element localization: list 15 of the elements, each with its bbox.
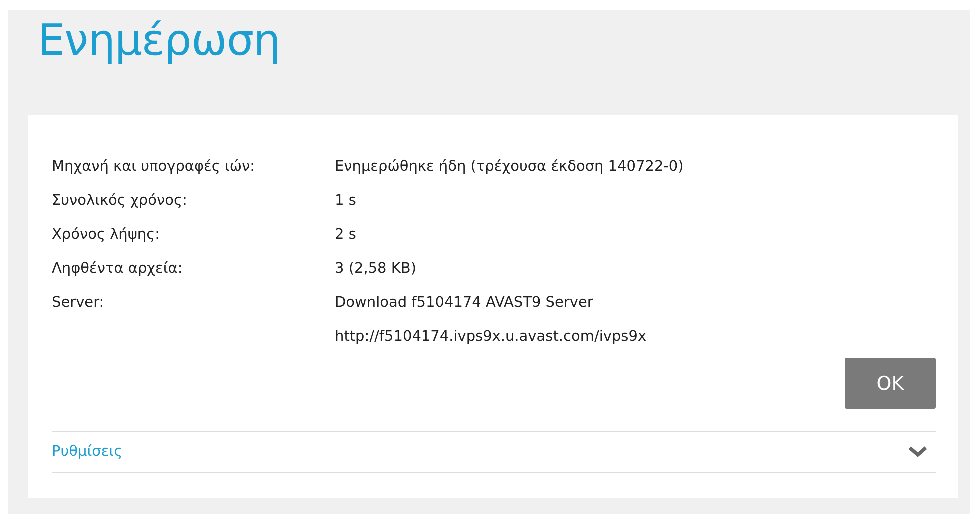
field-label: Χρόνος λήψης: bbox=[52, 226, 162, 245]
field-label: Server: bbox=[52, 294, 106, 313]
page-title: Ενημέρωση bbox=[37, 15, 282, 68]
field-value: http://f5104174.ivps9x.u.avast.com/ivps9x bbox=[335, 328, 648, 347]
field-value: 3 (2,58 KB) bbox=[335, 260, 418, 279]
field-value: 2 s bbox=[335, 226, 358, 245]
field-value: Ενημερώθηκε ήδη (τρέχουσα έκδοση 140722-0) bbox=[335, 158, 685, 177]
settings-toggle[interactable]: Ρυθμίσεις bbox=[52, 444, 123, 460]
field-value: Download f5104174 AVAST9 Server bbox=[335, 294, 594, 313]
field-value: 1 s bbox=[335, 192, 358, 211]
ok-button[interactable]: OK bbox=[845, 358, 936, 409]
field-label: Ληφθέντα αρχεία: bbox=[52, 260, 184, 279]
chevron-icon[interactable] bbox=[908, 446, 928, 458]
field-label: Μηχανή και υπογραφές ιών: bbox=[52, 158, 256, 177]
field-label: Συνολικός χρόνος: bbox=[52, 192, 188, 211]
